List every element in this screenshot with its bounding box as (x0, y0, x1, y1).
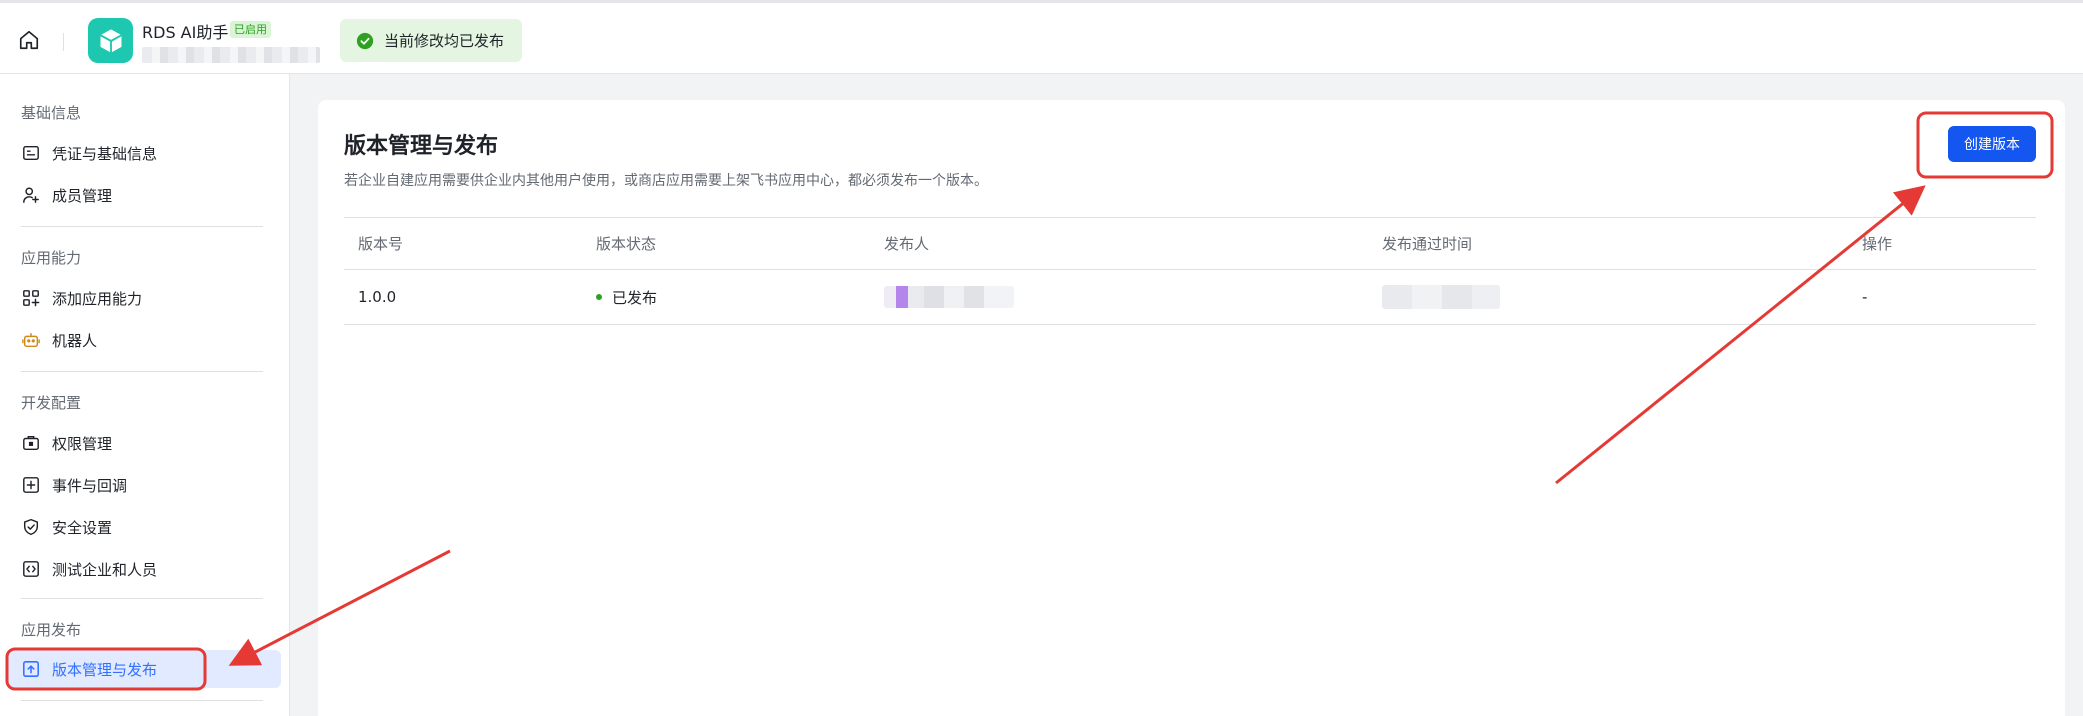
table-header: 版本号 版本状态 发布人 发布通过时间 操作 (344, 217, 2036, 270)
section-title-publish: 应用发布 (21, 621, 82, 639)
toast-text: 当前修改均已发布 (384, 32, 505, 50)
sidebar-item-label: 安全设置 (52, 518, 113, 537)
version-number: 1.0.0 (358, 288, 397, 306)
section-title-dev-config: 开发配置 (21, 394, 82, 412)
page-description: 若企业自建应用需要供企业内其他用户使用，或商店应用需要上架飞书应用中心，都必须发… (344, 173, 988, 189)
shield-check-icon (21, 517, 41, 537)
sidebar: 基础信息 凭证与基础信息 成员管理 应用能力 添加应用能力 机器人 开发配置 权… (0, 74, 290, 716)
sidebar-item-robot[interactable]: 机器人 (6, 321, 281, 359)
status-dot (596, 294, 602, 300)
sidebar-item-label: 成员管理 (52, 186, 113, 205)
top-divider (63, 33, 64, 51)
column-header-approved-time: 发布通过时间 (1382, 235, 1473, 253)
code-box-icon (21, 559, 41, 579)
version-status: 已发布 (596, 270, 657, 324)
section-title-capabilities: 应用能力 (21, 249, 82, 267)
version-management-card: 版本管理与发布 若企业自建应用需要供企业内其他用户使用，或商店应用需要上架飞书应… (318, 100, 2065, 716)
sidebar-item-security[interactable]: 安全设置 (6, 508, 281, 546)
page-title: 版本管理与发布 (344, 134, 499, 159)
sidebar-item-test-tenants[interactable]: 测试企业和人员 (6, 550, 281, 588)
sidebar-item-permissions[interactable]: 权限管理 (6, 424, 281, 462)
column-header-status: 版本状态 (596, 235, 657, 253)
column-header-version: 版本号 (358, 235, 404, 253)
upload-box-icon (21, 659, 41, 679)
section-title-basic: 基础信息 (21, 104, 82, 122)
app-logo (88, 18, 133, 63)
sidebar-divider (21, 598, 263, 599)
app-id-blurred (142, 47, 320, 63)
column-header-publisher: 发布人 (884, 235, 930, 253)
time-blurred (1382, 285, 1500, 309)
app-status-badge: 已启用 (230, 21, 271, 38)
briefcase-lock-icon (21, 433, 41, 453)
robot-icon (21, 330, 41, 350)
approved-time-blurred (1382, 270, 1500, 324)
sidebar-divider (21, 700, 263, 701)
create-version-button[interactable]: 创建版本 (1948, 126, 2036, 162)
top-bar: RDS AI助手 已启用 当前修改均已发布 (0, 0, 2083, 74)
sidebar-item-credentials[interactable]: 凭证与基础信息 (6, 134, 281, 172)
sidebar-item-members[interactable]: 成员管理 (6, 176, 281, 214)
publisher-blurred (884, 270, 1014, 324)
sidebar-item-add-capability[interactable]: 添加应用能力 (6, 279, 281, 317)
sidebar-item-label: 版本管理与发布 (52, 660, 158, 679)
sidebar-item-version-management[interactable]: 版本管理与发布 (6, 650, 281, 688)
credential-icon (21, 143, 41, 163)
version-table: 版本号 版本状态 发布人 发布通过时间 操作 1.0.0 已发布 - (344, 217, 2036, 325)
sidebar-item-label: 凭证与基础信息 (52, 144, 158, 163)
status-text: 已发布 (612, 288, 658, 307)
publisher-avatar-blurred (884, 286, 1014, 308)
app-name: RDS AI助手 (142, 23, 229, 42)
sidebar-item-label: 权限管理 (52, 434, 113, 453)
user-add-icon (21, 185, 41, 205)
home-icon (19, 30, 39, 50)
column-header-actions: 操作 (1862, 235, 1893, 253)
sidebar-item-events[interactable]: 事件与回调 (6, 466, 281, 504)
table-row[interactable]: 1.0.0 已发布 - (344, 270, 2036, 325)
sidebar-divider (21, 371, 263, 372)
cube-icon (99, 28, 122, 53)
grid-add-icon (21, 288, 41, 308)
sidebar-item-label: 事件与回调 (52, 476, 128, 495)
sidebar-item-label: 机器人 (52, 331, 98, 350)
sidebar-item-label: 添加应用能力 (52, 289, 143, 308)
check-circle-icon (356, 32, 374, 49)
row-action: - (1862, 288, 1868, 306)
publish-status-toast: 当前修改均已发布 (340, 19, 523, 62)
sidebar-divider (21, 226, 263, 227)
sidebar-item-label: 测试企业和人员 (52, 560, 158, 579)
home-button[interactable] (14, 25, 44, 55)
event-callback-icon (21, 475, 41, 495)
